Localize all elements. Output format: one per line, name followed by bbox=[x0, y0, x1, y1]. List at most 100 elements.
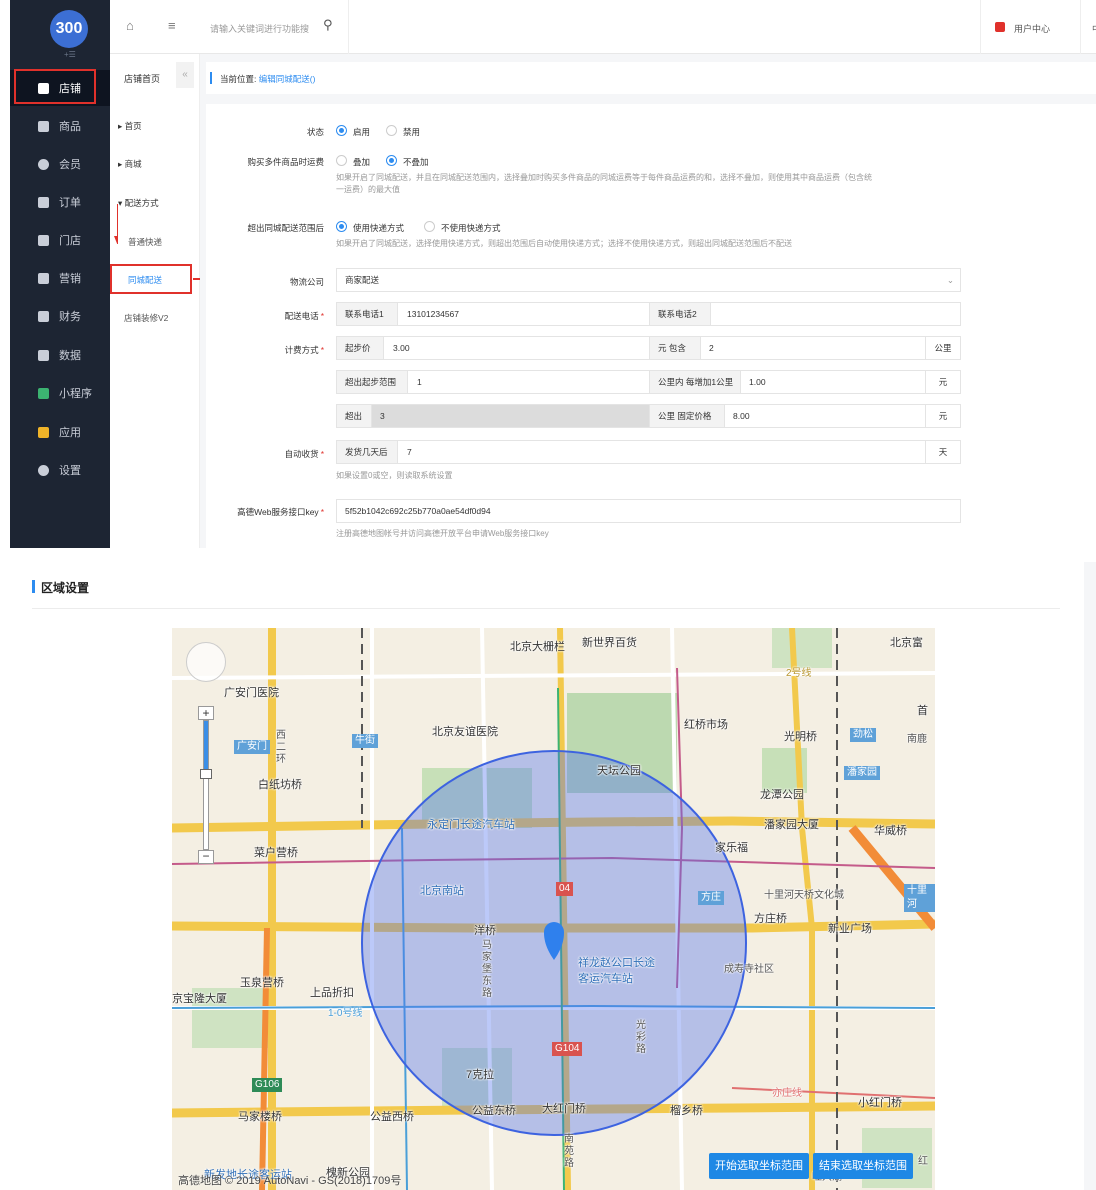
sidebar-item-finance[interactable]: 财务 bbox=[10, 298, 110, 334]
included-km-input[interactable]: 2 bbox=[701, 337, 921, 359]
fee-label: 计费方式 * bbox=[284, 345, 324, 355]
use-express-radio[interactable] bbox=[336, 221, 347, 232]
no-express-text: 不使用快递方式 bbox=[441, 223, 501, 233]
company-select[interactable]: 商家配送 ⌄ bbox=[336, 268, 961, 292]
search-icon[interactable]: ⚲ bbox=[323, 17, 333, 33]
fixed-price-input[interactable]: 8.00 bbox=[725, 405, 921, 427]
multi-item-fee-label: 购买多件商品时运费 bbox=[247, 157, 324, 167]
secondary-nav: 店铺首页 « ▸ 首页 ▸ 商城 ▾ 配送方式 普通快递 同城配送 店铺装修V2 bbox=[110, 54, 200, 548]
status-enable-radio[interactable] bbox=[336, 125, 347, 136]
map-label: 上品折扣 bbox=[310, 987, 354, 999]
map-label: 公益西桥 bbox=[370, 1111, 414, 1123]
subnav-item-delivery[interactable]: ▾ 配送方式 bbox=[118, 197, 159, 209]
sidebar-item-apps[interactable]: 应用 bbox=[10, 414, 110, 450]
marketing-icon bbox=[38, 272, 49, 284]
map-tag: 劲松 bbox=[850, 728, 876, 742]
map-tag: G104 bbox=[552, 1042, 583, 1056]
zoom-slider[interactable] bbox=[200, 720, 212, 850]
user-center-icon[interactable] bbox=[995, 22, 1005, 32]
beyond-range-label: 超出同城配送范围后 bbox=[247, 223, 324, 233]
map-label: 北京富 bbox=[890, 637, 923, 649]
map-tag: 牛街 bbox=[352, 734, 378, 748]
settings-icon bbox=[38, 464, 49, 476]
phone1-input[interactable]: 13101234567 bbox=[399, 303, 639, 325]
subnav-item-express[interactable]: 普通快递 bbox=[128, 236, 162, 248]
sidebar-item-marketing[interactable]: 营销 bbox=[10, 260, 110, 296]
start-price-input[interactable]: 3.00 bbox=[385, 337, 645, 359]
start-select-range-button[interactable]: 开始选取坐标范围 bbox=[709, 1153, 809, 1179]
zoom-control[interactable]: + − bbox=[198, 686, 214, 866]
map-label: 1-0号线 bbox=[328, 1008, 363, 1019]
subnav-title[interactable]: 店铺首页 bbox=[124, 72, 160, 85]
zoom-in-button[interactable]: + bbox=[198, 706, 214, 720]
sidebar-item-shop[interactable]: 门店 bbox=[10, 222, 110, 258]
home-icon[interactable]: ⌂ bbox=[126, 18, 134, 33]
search-input[interactable]: 请输入关键词进行功能搜 bbox=[210, 22, 309, 35]
phone2-input[interactable] bbox=[711, 303, 959, 325]
delivery-map[interactable]: 北京大栅栏 新世界百货 北京富 广安门医院 首 北京友谊医院 红桥市场 光明桥 … bbox=[172, 628, 935, 1190]
sidebar-item-settings[interactable]: 设置 bbox=[10, 452, 110, 488]
map-tag: G106 bbox=[252, 1078, 283, 1092]
highlight-box-store bbox=[14, 69, 96, 104]
no-stack-radio[interactable] bbox=[386, 155, 397, 166]
amap-key-input[interactable]: 5f52b1042c692c25b770a0ae54df0d94 bbox=[336, 499, 961, 523]
sidebar-item-order[interactable]: 订单 bbox=[10, 184, 110, 220]
map-tag: 潘家园 bbox=[844, 766, 880, 780]
no-express-radio[interactable] bbox=[424, 221, 435, 232]
sidebar-item-goods[interactable]: 商品 bbox=[10, 108, 110, 144]
map-label: 大红门桥 bbox=[542, 1103, 586, 1115]
sidebar-collapse-icon[interactable]: +☰ bbox=[64, 50, 76, 59]
rail-line bbox=[731, 1087, 935, 1099]
sidebar-item-data[interactable]: 数据 bbox=[10, 337, 110, 373]
status-disable-radio[interactable] bbox=[386, 125, 397, 136]
map-label: 2号线 bbox=[786, 668, 812, 679]
map-label: 洋桥 bbox=[474, 925, 496, 937]
subnav-item-local-delivery[interactable]: 同城配送 bbox=[110, 264, 192, 294]
map-label: 新业广场 bbox=[828, 923, 872, 935]
use-express-text: 使用快递方式 bbox=[353, 223, 405, 233]
menu-icon[interactable]: ≡ bbox=[168, 18, 176, 33]
multi-hint-line1: 如果开启了同城配送，并且在同城配送范围内，选择叠加时购买多件商品的同城运费等于每… bbox=[336, 173, 872, 182]
fee-row-over: 超出起步范围 1 公里内 每增加1公里 1.00 元 bbox=[336, 370, 961, 394]
over-range-input[interactable]: 1 bbox=[409, 371, 645, 393]
map-copyright: 高德地图 © 2019 AutoNavi - GS(2018)1709号 bbox=[178, 1175, 402, 1187]
divider bbox=[980, 0, 981, 54]
subnav-item-home[interactable]: ▸ 首页 bbox=[118, 120, 142, 132]
subnav-collapse-button[interactable]: « bbox=[176, 62, 194, 88]
topbar-item-cut[interactable]: 中 bbox=[1092, 22, 1096, 35]
beyond-hint: 如果开启了同城配送，选择使用快递方式，则超出范围后自动使用快递方式；选择不使用快… bbox=[336, 239, 792, 248]
stack-radio[interactable] bbox=[336, 155, 347, 166]
map-label: 小红门桥 bbox=[858, 1097, 902, 1109]
right-edge-strip bbox=[1084, 562, 1096, 1190]
status-enable-text: 启用 bbox=[353, 127, 371, 137]
section-divider bbox=[32, 608, 1060, 609]
map-label: 首 bbox=[917, 705, 928, 717]
end-select-range-button[interactable]: 结束选取坐标范围 bbox=[813, 1153, 913, 1179]
subnav-item-mall[interactable]: ▸ 商城 bbox=[118, 158, 142, 170]
stack-text: 叠加 bbox=[353, 157, 371, 167]
zoom-out-button[interactable]: − bbox=[198, 850, 214, 864]
company-label: 物流公司 bbox=[289, 277, 324, 287]
sidebar-item-miniapp[interactable]: 小程序 bbox=[10, 375, 110, 411]
subnav-item-decoration[interactable]: 店铺装修V2 bbox=[124, 312, 168, 324]
pan-control[interactable] bbox=[186, 642, 226, 682]
amap-key-label: 高德Web服务接口key * bbox=[237, 507, 324, 517]
map-label: 北京大栅栏 bbox=[510, 641, 565, 653]
map-tag: 04 bbox=[556, 882, 574, 896]
fee-row-start: 起步价 3.00 元 包含 2 公里 bbox=[336, 336, 961, 360]
map-label: 菜户营桥 bbox=[254, 847, 298, 859]
map-label: 龙潭公园 bbox=[760, 789, 804, 801]
map-label: 马家堡东路 bbox=[482, 940, 492, 999]
map-label: 玉泉营桥 bbox=[240, 977, 284, 989]
sidebar-item-member[interactable]: 会员 bbox=[10, 146, 110, 182]
data-icon bbox=[38, 349, 49, 361]
map-label: 永定门长途汽车站 bbox=[427, 819, 515, 831]
user-center-link[interactable]: 用户中心 bbox=[1014, 22, 1050, 35]
map-label: 榴乡桥 bbox=[670, 1105, 703, 1117]
per-km-input[interactable]: 1.00 bbox=[741, 371, 921, 393]
map-label: 方庄桥 bbox=[754, 913, 787, 925]
breadcrumb-link[interactable]: 编辑同城配送() bbox=[259, 74, 316, 84]
zoom-slider-handle[interactable] bbox=[200, 769, 212, 779]
auto-receive-days-input[interactable]: 7 bbox=[399, 441, 919, 463]
delivery-form: 状态 启用 禁用 购买多件商品时运费 叠加 不叠加 如果开启了同城配送，并且在同… bbox=[206, 104, 1096, 548]
